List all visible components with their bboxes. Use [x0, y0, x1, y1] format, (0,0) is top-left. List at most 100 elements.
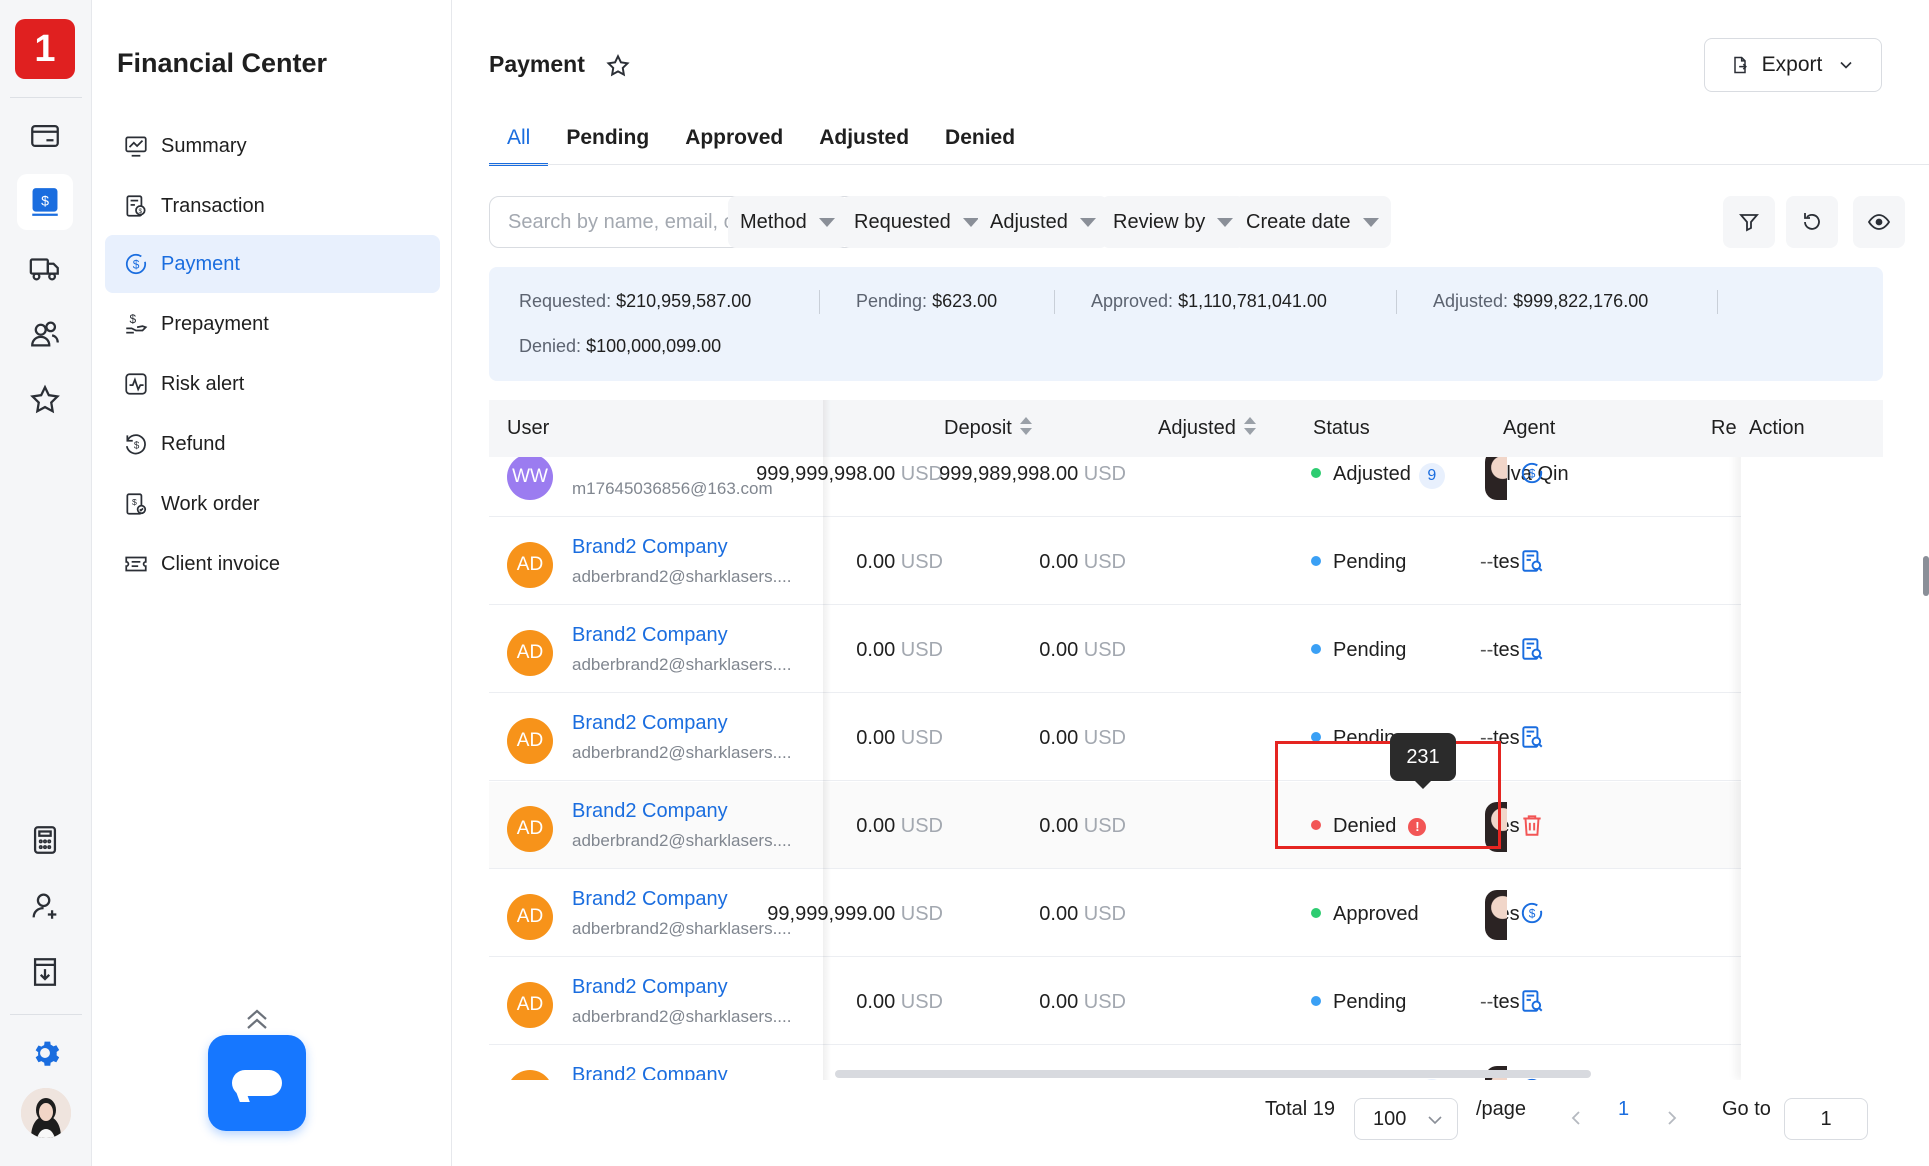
delete-button[interactable] [1519, 812, 1545, 838]
status-dot [1311, 908, 1321, 918]
status-badge: Adjusted 9 [1311, 463, 1445, 489]
export-button[interactable]: Export [1704, 38, 1882, 92]
calculator-icon[interactable] [17, 812, 73, 868]
user-avatar[interactable] [21, 1088, 71, 1138]
table-row[interactable]: AD Brand2 Company adberbrand2@sharklaser… [489, 958, 1883, 1045]
col-adjusted[interactable]: Adjusted [1158, 417, 1256, 440]
tab-pending[interactable]: Pending [548, 118, 667, 164]
col-agent: Agent [1503, 417, 1556, 439]
user-email: adberbrand2@sharklasers.... [572, 919, 792, 938]
star-icon[interactable] [17, 372, 73, 428]
user-name-link[interactable]: Brand2 Company [572, 624, 728, 647]
status-badge: Approved [1311, 903, 1419, 926]
svg-text:$: $ [132, 497, 137, 507]
user-email: adberbrand2@sharklasers.... [572, 831, 792, 850]
next-page-icon[interactable] [1664, 1108, 1680, 1128]
tab-approved[interactable]: Approved [667, 118, 801, 164]
users-icon[interactable] [17, 306, 73, 362]
page-title: Payment [489, 51, 585, 77]
sort-icon[interactable] [1019, 417, 1032, 437]
goto-page-input[interactable]: 1 [1784, 1098, 1868, 1140]
status-dot [1311, 644, 1321, 654]
refresh-button[interactable] [1786, 196, 1838, 248]
work-order-icon: $ [126, 493, 147, 515]
tab-denied[interactable]: Denied [927, 118, 1033, 164]
status-badge: Adjusted1 [1311, 1079, 1445, 1080]
user-name-link[interactable]: Brand2 Company [572, 1064, 728, 1080]
review-button[interactable] [1519, 724, 1545, 750]
svg-text:$: $ [1529, 906, 1536, 920]
filter-review-by[interactable]: Review by [1101, 196, 1246, 248]
filter-create-date[interactable]: Create date [1234, 196, 1391, 248]
chart-icon [125, 136, 147, 157]
tabs-divider [489, 164, 1929, 165]
review-button[interactable]: $ [1519, 460, 1545, 486]
filter-method[interactable]: Method [728, 196, 847, 248]
svg-text:$: $ [133, 257, 140, 271]
user-name-link[interactable]: Brand2 Company [572, 536, 728, 559]
chevrons-up-icon[interactable] [242, 1005, 272, 1033]
user-name-link[interactable]: Brand2 Company [572, 712, 728, 735]
summary-pending: Pending: $623.00 [856, 291, 998, 311]
user-name-link[interactable]: Brand2 Company [572, 888, 728, 911]
menu-item-payment[interactable]: $ Payment [105, 235, 440, 293]
user-icon[interactable] [17, 878, 73, 934]
filter-label: Review by [1113, 210, 1206, 233]
table-row[interactable]: AD Brand2 Company adberbrand2@sharklaser… [489, 782, 1883, 869]
rail-divider [10, 97, 82, 98]
summary-panel [489, 267, 1883, 381]
chat-button[interactable] [208, 1035, 306, 1131]
col-status: Status [1313, 417, 1370, 439]
count-badge[interactable]: 9 [1418, 463, 1445, 489]
tab-all[interactable]: All [489, 118, 549, 166]
wallet-icon[interactable] [17, 108, 73, 164]
agent-name: tes [1493, 991, 1520, 1013]
app-logo[interactable]: 1 [15, 19, 75, 79]
table-row[interactable]: AD Brand2 Company adberbrand2@sharklaser… [489, 606, 1883, 693]
deposit-value: 0.00 USD [856, 727, 943, 749]
review-button[interactable] [1519, 988, 1545, 1014]
favorite-star-icon[interactable] [605, 53, 631, 79]
transaction-icon: $ [126, 195, 146, 217]
filter-adjusted[interactable]: Adjusted [978, 196, 1108, 248]
prev-page-icon[interactable] [1568, 1108, 1584, 1128]
deposit-value: 1,000.00 USD [817, 1079, 943, 1080]
tab-adjusted[interactable]: Adjusted [801, 118, 927, 164]
svg-text:$: $ [1529, 466, 1536, 480]
user-name-link[interactable]: Brand2 Company [572, 976, 728, 999]
user-name-link[interactable]: Brand2 Company [572, 800, 728, 823]
payment-icon: $ [1519, 902, 1545, 931]
review-button[interactable] [1519, 636, 1545, 662]
user-avatar: AD [507, 718, 553, 764]
menu-item-summary[interactable]: Summary [105, 117, 440, 175]
column-visibility-button[interactable] [1853, 196, 1905, 248]
page-1-button[interactable]: 1 [1618, 1098, 1629, 1121]
review-button[interactable]: $ [1519, 900, 1545, 926]
sort-icon[interactable] [1243, 417, 1256, 437]
review-button[interactable] [1519, 548, 1545, 574]
filter-button[interactable] [1723, 196, 1775, 248]
menu-item-client-invoice[interactable]: Client invoice [105, 535, 440, 593]
gear-icon[interactable] [17, 1025, 73, 1081]
horizontal-scrollbar[interactable] [835, 1070, 1591, 1078]
table-row[interactable]: AD Brand2 Company adberbrand2@sharklaser… [489, 518, 1883, 605]
col-deposit[interactable]: Deposit [944, 417, 1032, 440]
table-row[interactable]: AD Brand2 Company adberbrand2@sharklaser… [489, 694, 1883, 781]
window-edge-handle[interactable] [1923, 556, 1929, 596]
menu-item-transaction[interactable]: $ Transaction [105, 177, 440, 235]
count-badge[interactable]: 1 [1418, 1079, 1445, 1080]
caret-down-icon [818, 217, 835, 227]
summary-divider [1717, 290, 1718, 314]
filter-requested[interactable]: Requested [842, 196, 991, 248]
menu-item-prepayment[interactable]: $ Prepayment [105, 295, 440, 353]
truck-icon[interactable] [17, 240, 73, 296]
menu-item-work-order[interactable]: $ Work order [105, 475, 440, 533]
svg-text:$: $ [41, 194, 49, 210]
menu-item-risk-alert[interactable]: Risk alert [105, 355, 440, 413]
table-row[interactable]: AD Brand2 Company adberbrand2@sharklaser… [489, 870, 1883, 957]
finance-icon[interactable]: $ [17, 174, 73, 230]
summary-divider [1054, 290, 1055, 314]
page-size-select[interactable]: 100 [1354, 1098, 1458, 1140]
menu-item-refund[interactable]: $ Refund [105, 415, 440, 473]
inbox-download-icon[interactable] [17, 944, 73, 1000]
